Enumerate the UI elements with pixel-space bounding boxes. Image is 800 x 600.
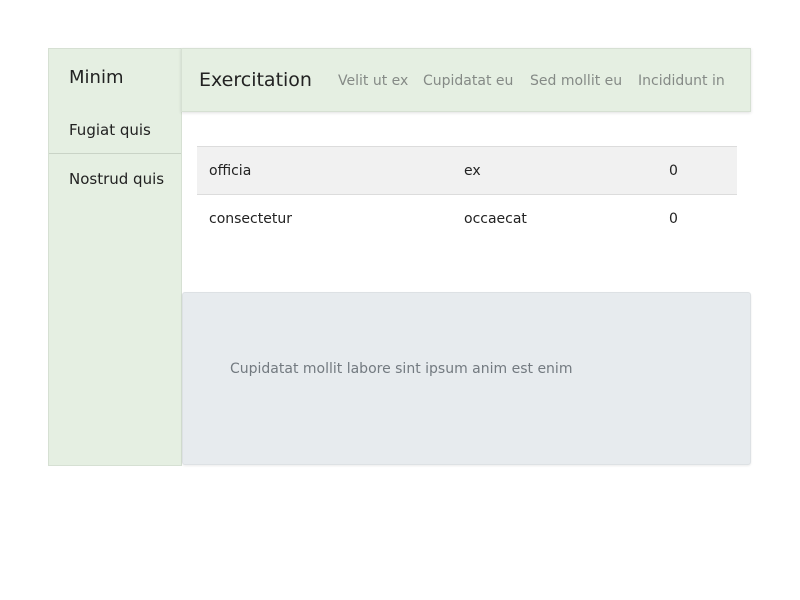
nav-link-sed-mollit-eu[interactable]: Sed mollit eu <box>530 73 622 89</box>
card-text: Cupidatat mollit labore sint ipsum anim … <box>230 361 573 377</box>
sidebar-title: Minim <box>69 67 124 88</box>
nav-link-cupidatat-eu[interactable]: Cupidatat eu <box>423 73 513 89</box>
nav-link-incididunt-in[interactable]: Incididunt in <box>638 73 725 89</box>
table-cell: 0 <box>669 163 678 179</box>
data-table: officia ex 0 consectetur occaecat 0 <box>197 146 737 244</box>
app-frame: Minim Fugiat quis Nostrud quis Exercitat… <box>48 48 752 466</box>
sidebar-item-nostrud-quis[interactable]: Nostrud quis <box>49 155 181 203</box>
table-cell: officia <box>209 163 252 179</box>
table-row: consectetur occaecat 0 <box>197 195 737 244</box>
sidebar: Minim Fugiat quis Nostrud quis <box>48 48 182 466</box>
table-cell: occaecat <box>464 211 527 227</box>
table-cell: consectetur <box>209 211 292 227</box>
table-cell: ex <box>464 163 481 179</box>
nav-link-velit-ut-ex[interactable]: Velit ut ex <box>338 73 408 89</box>
sidebar-item-fugiat-quis[interactable]: Fugiat quis <box>49 106 181 154</box>
info-card: Cupidatat mollit labore sint ipsum anim … <box>182 292 751 465</box>
page-title[interactable]: Exercitation <box>199 69 312 91</box>
top-navbar: Exercitation Velit ut ex Cupidatat eu Se… <box>181 48 751 112</box>
table-row: officia ex 0 <box>197 146 737 195</box>
table-cell: 0 <box>669 211 678 227</box>
